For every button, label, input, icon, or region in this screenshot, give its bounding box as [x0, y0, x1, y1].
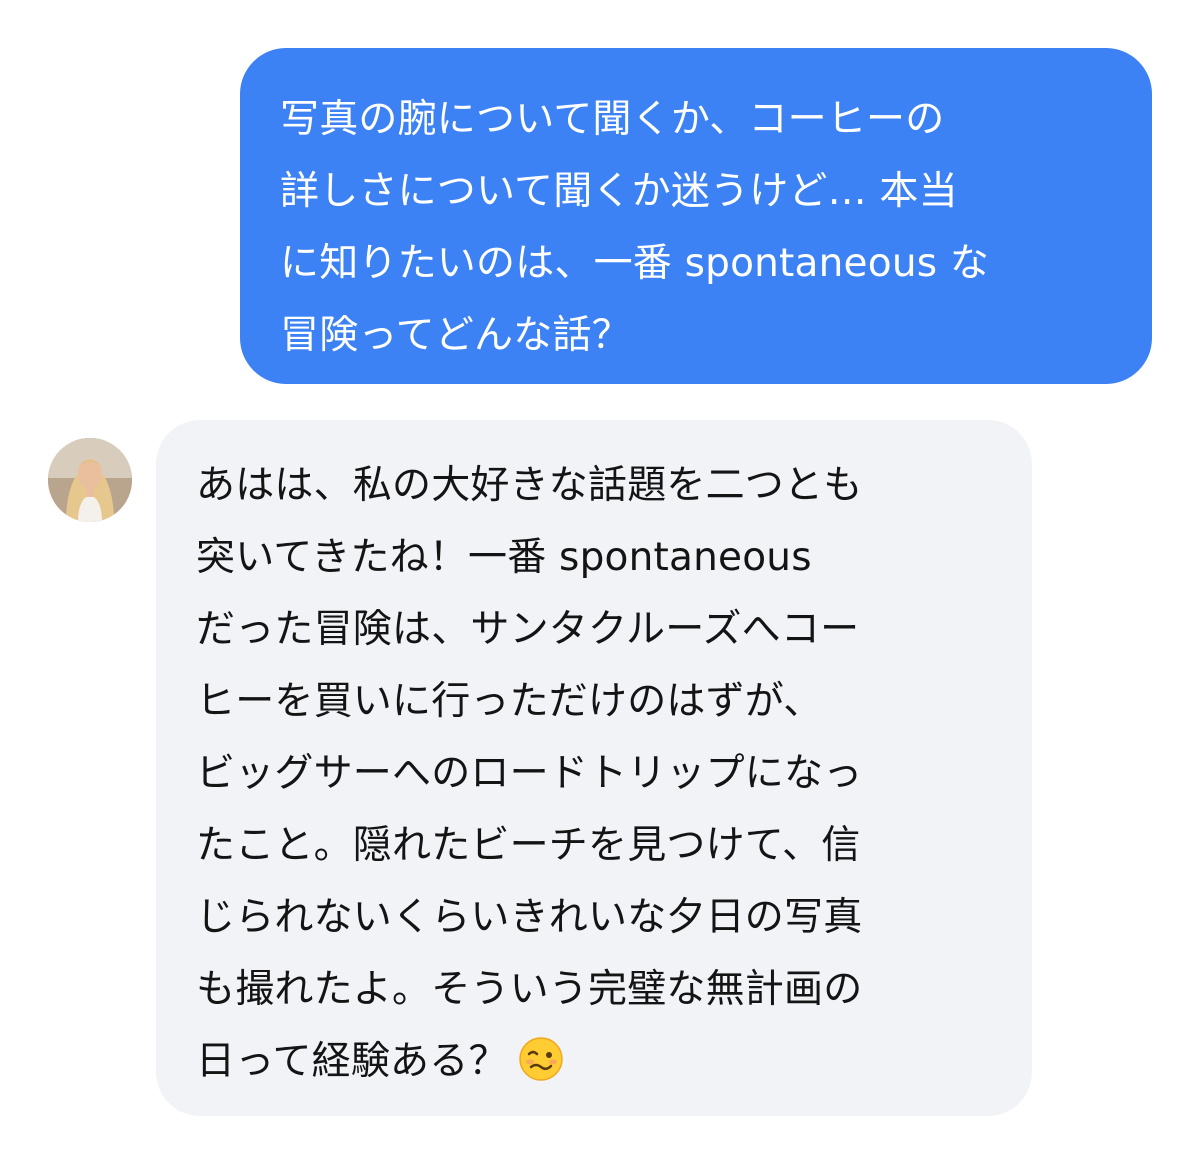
message-line: じられないくらいきれいな夕日の写真 — [196, 895, 863, 940]
woozy-face-emoji-icon — [518, 1034, 564, 1081]
message-line: 詳しさについて聞くか迷うけど… 本当 — [280, 169, 958, 214]
message-line: たこと。隠れたビーチを見つけて、信 — [196, 823, 861, 868]
message-line: も撮れたよ。そういう完璧な無計画の — [196, 967, 863, 1012]
message-line-text: 日って経験ある？ — [196, 1039, 508, 1084]
user-message-text: 写真の腕について聞くか、コーヒーの 詳しさについて聞くか迷うけど… 本当 に知り… — [280, 84, 1122, 372]
user-message-bubble[interactable]: 写真の腕について聞くか、コーヒーの 詳しさについて聞くか迷うけど… 本当 に知り… — [240, 48, 1152, 384]
message-line: 突いてきたね！一番 spontaneous — [196, 535, 812, 580]
message-line: 写真の腕について聞くか、コーヒーの — [280, 97, 945, 142]
avatar[interactable] — [48, 438, 132, 522]
message-line: に知りたいのは、一番 spontaneous な — [280, 241, 990, 286]
message-line: だった冒険は、サンタクルーズへコー — [196, 607, 860, 652]
message-line: 冒険ってどんな話？ — [280, 313, 631, 358]
message-line: ヒーを買いに行っただけのはずが、 — [196, 679, 823, 724]
message-line: あはは、私の大好きな話題を二つとも — [196, 463, 863, 508]
profile-photo-icon — [48, 438, 132, 522]
message-line-last: 日って経験ある？ — [196, 1026, 1002, 1098]
message-line: ビッグサーへのロードトリップになっ — [196, 751, 863, 796]
reply-message-text: あはは、私の大好きな話題を二つとも 突いてきたね！一番 spontaneous … — [196, 450, 1002, 1098]
chat-thread: 写真の腕について聞くか、コーヒーの 詳しさについて聞くか迷うけど… 本当 に知り… — [0, 0, 1200, 1164]
reply-message-bubble[interactable]: あはは、私の大好きな話題を二つとも 突いてきたね！一番 spontaneous … — [156, 420, 1032, 1116]
